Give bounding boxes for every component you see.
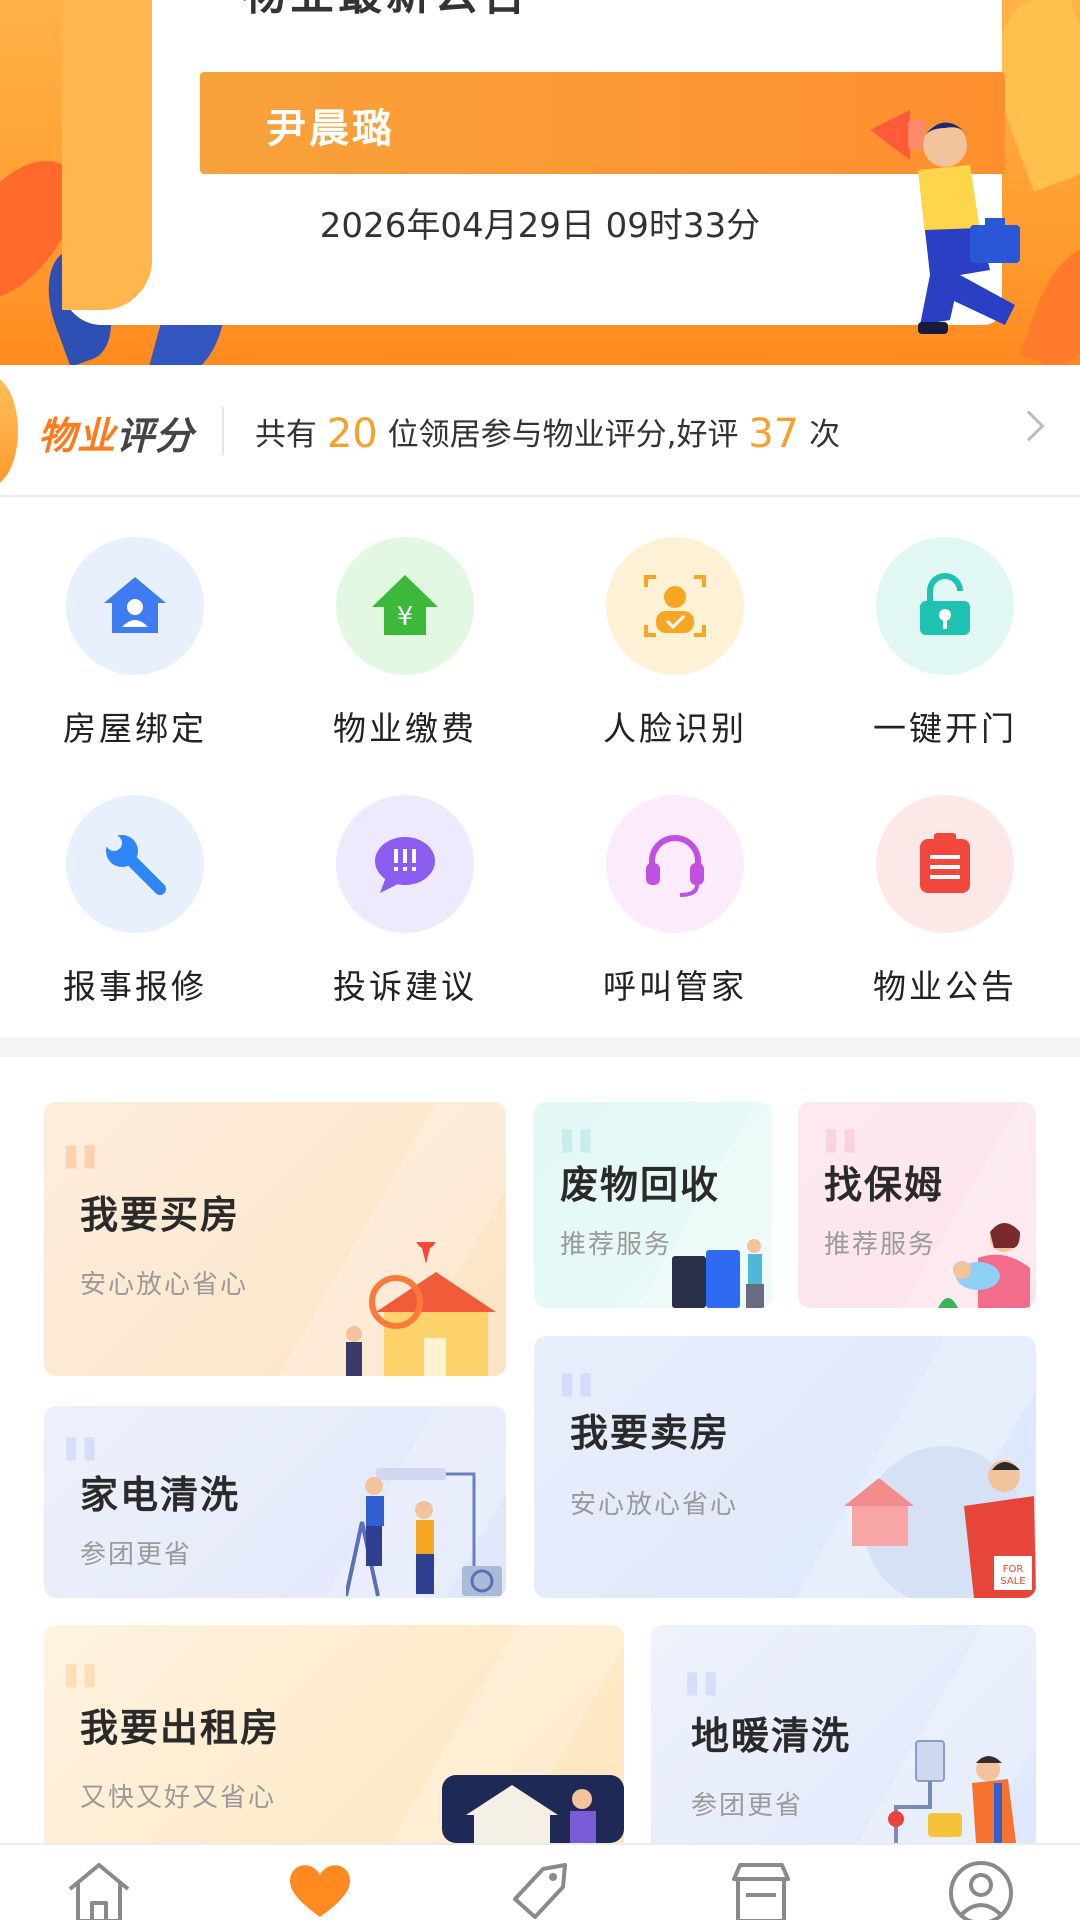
resident-name: 尹晨璐 — [266, 106, 395, 152]
card-sell-house[interactable]: " 我要卖房 安心放心省心 FOR SALE — [534, 1336, 1036, 1598]
rating-logo-part1: 物业 — [38, 414, 117, 458]
card-title: 地暖清洗 — [691, 1714, 852, 1758]
service-label: 一键开门 — [873, 709, 1017, 748]
chevron-right-icon[interactable] — [1013, 410, 1045, 442]
rating-separator — [222, 407, 224, 455]
service-property-notice[interactable]: 物业公告 — [810, 755, 1080, 1013]
service-grid: 房屋绑定 ¥ 物业缴费 人脸识别 一键开门 报事报修 投诉建议 呼叫管家 物业公… — [0, 497, 1080, 1037]
rating-summary: 共有 20 位领居参与物业评分,好评 37 次 — [255, 409, 841, 457]
property-rating-bar[interactable]: 物业评分 共有 20 位领居参与物业评分,好评 37 次 — [0, 365, 1080, 497]
appliance-workers-illustration — [346, 1468, 502, 1597]
resident-count: 20 — [326, 411, 378, 457]
payment-icon-bg: ¥ — [336, 537, 474, 675]
headset-icon — [646, 835, 704, 897]
service-house-binding[interactable]: 房屋绑定 — [0, 497, 270, 755]
card-title: 家电清洗 — [80, 1473, 241, 1517]
announcement-banner[interactable]: 物业最新公告 尹晨璐 2026年04月29日 09时33分 — [0, 0, 1080, 365]
rating-middle-text: 位领居参与物业评分,好评 — [387, 417, 739, 453]
card-subtitle: 推荐服务 — [560, 1230, 673, 1260]
tag-icon — [513, 1863, 567, 1919]
card-title: 我要卖房 — [570, 1411, 731, 1455]
service-call-butler[interactable]: 呼叫管家 — [540, 755, 810, 1013]
card-appliance-cleaning[interactable]: " 家电清洗 参团更省 — [44, 1406, 506, 1598]
payment-icon: ¥ — [372, 575, 438, 635]
banner-title: 物业最新公告 — [242, 0, 530, 22]
card-subtitle: 参团更省 — [80, 1540, 193, 1570]
house-bind-icon-bg — [66, 537, 204, 675]
complaint-chat-icon-bg — [336, 795, 474, 933]
store-icon — [732, 1863, 790, 1920]
unlock-icon-bg — [876, 537, 1014, 675]
section-divider — [0, 1037, 1080, 1057]
service-property-payment[interactable]: ¥ 物业缴费 — [270, 497, 540, 755]
card-rent-house[interactable]: " 我要出租房 又快又好又省心 — [44, 1625, 624, 1843]
service-label: 物业缴费 — [333, 709, 477, 748]
profile-icon — [949, 1861, 1013, 1920]
rent-house-illustration — [442, 1775, 624, 1843]
tab-favorites[interactable] — [285, 1859, 355, 1920]
service-report-repair[interactable]: 报事报修 — [0, 755, 270, 1013]
heart-icon — [290, 1865, 350, 1917]
sell-house-illustration: FOR SALE — [844, 1446, 1036, 1598]
recycling-bins-illustration — [672, 1239, 764, 1308]
service-label: 报事报修 — [63, 967, 207, 1006]
link-icon — [152, 0, 202, 2]
notice-icon-bg — [876, 795, 1014, 933]
card-subtitle: 安心放心省心 — [80, 1270, 249, 1300]
megaphone-person-illustration — [870, 110, 1020, 334]
wrench-icon-bg — [66, 795, 204, 933]
notice-icon — [920, 833, 970, 893]
rating-suffix: 次 — [809, 417, 841, 453]
bottom-tab-bar — [0, 1843, 1080, 1920]
card-subtitle: 参团更省 — [691, 1791, 804, 1821]
card-buy-house[interactable]: " 我要买房 安心放心省心 — [44, 1102, 506, 1376]
card-subtitle: 又快又好又省心 — [80, 1783, 277, 1813]
unlock-icon — [920, 573, 970, 635]
card-subtitle: 推荐服务 — [824, 1230, 937, 1260]
card-title: 我要出租房 — [80, 1706, 281, 1750]
tab-offers[interactable] — [505, 1859, 575, 1920]
card-title: 找保姆 — [824, 1163, 945, 1207]
tab-home[interactable] — [64, 1859, 134, 1920]
card-subtitle: 安心放心省心 — [570, 1490, 739, 1520]
rating-logo-part2: 评分 — [116, 414, 195, 458]
rating-logo: 物业评分 — [38, 405, 194, 460]
card-find-nanny[interactable]: " 找保姆 推荐服务 — [798, 1102, 1036, 1308]
headset-icon-bg — [606, 795, 744, 933]
home-icon — [68, 1863, 130, 1920]
wrench-icon — [106, 835, 166, 895]
svg-text:¥: ¥ — [397, 602, 414, 632]
card-waste-recycling[interactable]: " 废物回收 推荐服务 — [534, 1102, 772, 1308]
good-review-count: 37 — [748, 411, 800, 457]
complaint-chat-icon — [375, 837, 435, 893]
service-label: 房屋绑定 — [63, 709, 207, 748]
service-face-recognition[interactable]: 人脸识别 — [540, 497, 810, 755]
face-recognition-icon-bg — [606, 537, 744, 675]
svg-text:SALE: SALE — [1000, 1576, 1025, 1587]
floor-heating-worker-illustration — [888, 1740, 1016, 1843]
service-label: 物业公告 — [873, 967, 1017, 1006]
service-label: 投诉建议 — [333, 967, 477, 1006]
tab-store[interactable] — [726, 1859, 796, 1920]
svg-text:FOR: FOR — [1003, 1564, 1024, 1575]
card-torn-edge — [62, 0, 152, 310]
house-illustration — [346, 1242, 496, 1376]
face-recognition-icon — [644, 575, 706, 637]
service-complaint[interactable]: 投诉建议 — [270, 755, 540, 1013]
tab-profile[interactable] — [946, 1859, 1016, 1920]
card-title: 废物回收 — [560, 1163, 721, 1207]
service-label: 呼叫管家 — [603, 967, 747, 1006]
card-floor-heating-cleaning[interactable]: " 地暖清洗 参团更省 — [651, 1625, 1036, 1843]
house-bind-icon — [104, 577, 166, 633]
service-one-key-unlock[interactable]: 一键开门 — [810, 497, 1080, 755]
rating-prefix: 共有 — [255, 417, 317, 453]
nanny-illustration — [938, 1223, 1030, 1308]
rating-accent-shape — [0, 375, 18, 487]
card-title: 我要买房 — [80, 1193, 241, 1237]
service-label: 人脸识别 — [603, 709, 747, 748]
